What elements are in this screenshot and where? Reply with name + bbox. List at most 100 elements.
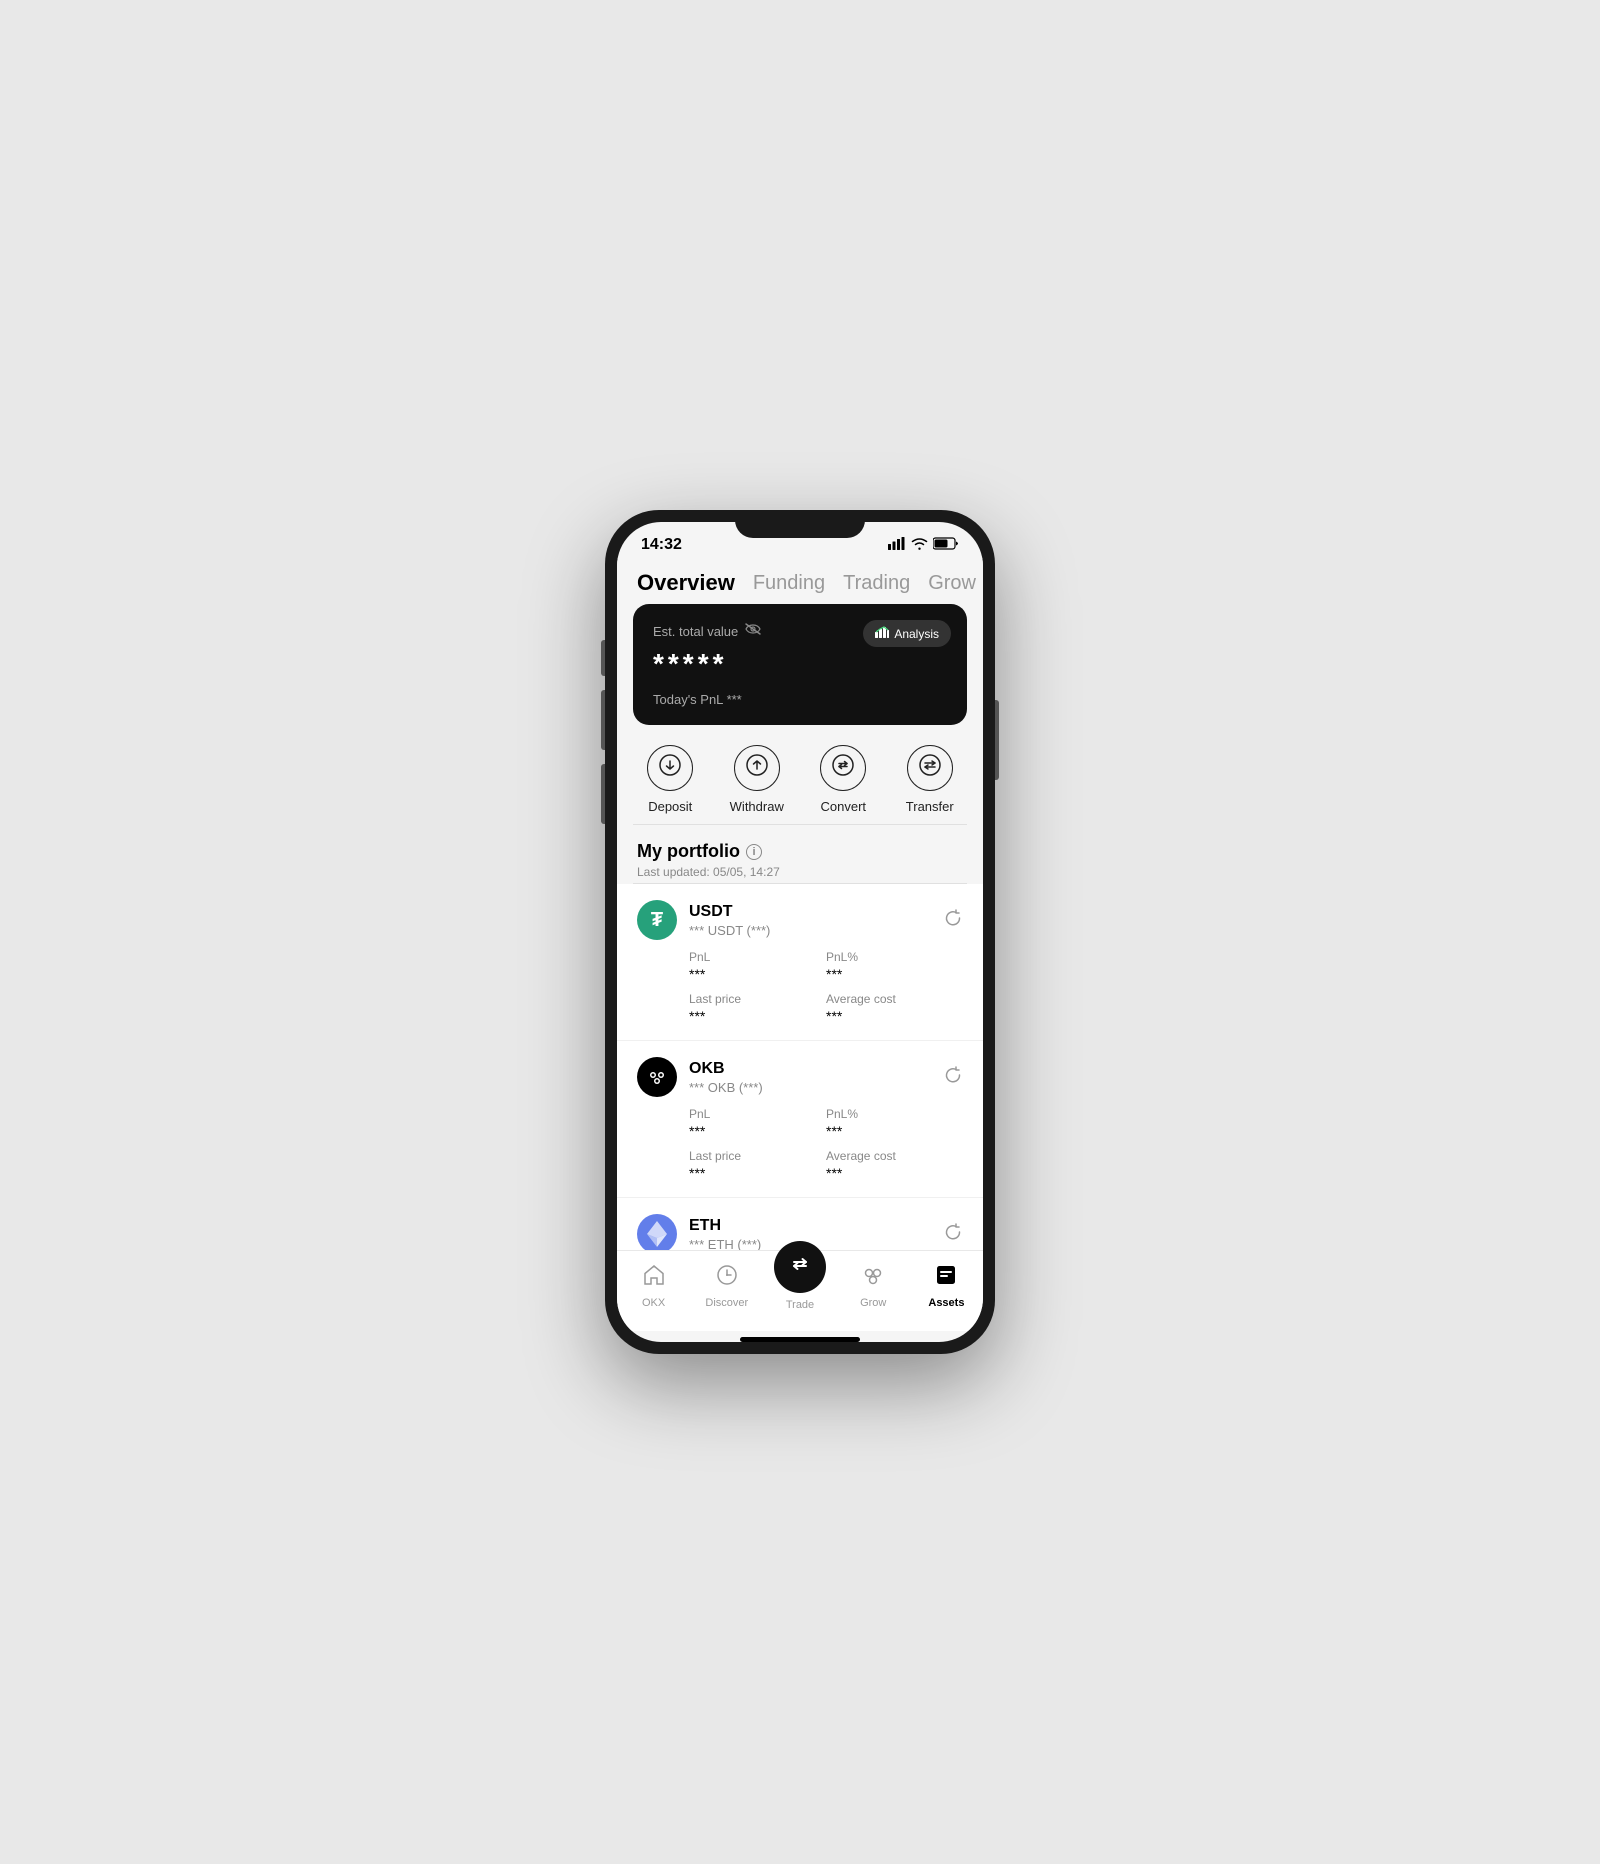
usdt-pnl: PnL *** (689, 950, 826, 982)
eth-symbol: ETH (689, 1217, 761, 1235)
asset-row-usdt: ₮ USDT *** USDT (***) PnL *** (617, 884, 983, 1041)
eth-icon (637, 1214, 677, 1250)
battery-icon (933, 537, 959, 553)
usdt-avg-cost: Average cost *** (826, 992, 963, 1024)
okb-refresh-icon[interactable] (943, 1065, 963, 1090)
action-row: Deposit Withdraw C (617, 725, 983, 824)
convert-icon (832, 754, 854, 782)
okb-pnl-pct: PnL% *** (826, 1107, 963, 1139)
pnl-row: Today's PnL *** (653, 692, 947, 707)
pnl-pct-label: PnL% (826, 950, 963, 964)
usdt-info: USDT *** USDT (***) (689, 903, 770, 938)
phone-shell: 14:32 Overview Funding Trading Grow (605, 510, 995, 1354)
trade-icon (787, 1251, 813, 1283)
nav-okx[interactable]: OKX (617, 1263, 690, 1309)
withdraw-label: Withdraw (730, 799, 784, 814)
okb-symbol: OKB (689, 1060, 763, 1078)
usdt-symbol: USDT (689, 903, 770, 921)
okb-avg-cost: Average cost *** (826, 1149, 963, 1181)
usdt-details: PnL *** PnL% *** Last price *** Average … (637, 950, 963, 1024)
deposit-icon-wrap (647, 745, 693, 791)
eth-info: ETH *** ETH (***) (689, 1217, 761, 1251)
assets-icon (934, 1263, 958, 1293)
okb-info: OKB *** OKB (***) (689, 1060, 763, 1095)
okb-details: PnL *** PnL% *** Last price *** Average … (637, 1107, 963, 1181)
nav-assets[interactable]: Assets (910, 1263, 983, 1309)
nav-trade-label: Trade (786, 1299, 814, 1311)
asset-row-okb: OKB *** OKB (***) PnL *** PnL% (617, 1041, 983, 1198)
transfer-icon-wrap (907, 745, 953, 791)
nav-trade[interactable]: Trade (763, 1261, 836, 1311)
signal-icon (888, 537, 906, 553)
nav-discover-label: Discover (705, 1297, 748, 1309)
okb-amount: *** OKB (***) (689, 1080, 763, 1095)
screen-content: Overview Funding Trading Grow Est. total… (617, 558, 983, 1250)
last-price-label: Last price (689, 992, 826, 1006)
status-time: 14:32 (641, 536, 682, 554)
portfolio-title: My portfolio i (637, 841, 963, 862)
avg-cost-value: *** (826, 1008, 963, 1024)
eth-amount: *** ETH (***) (689, 1237, 761, 1251)
top-nav: Overview Funding Trading Grow (617, 558, 983, 604)
deposit-button[interactable]: Deposit (627, 745, 714, 814)
withdraw-icon (746, 754, 768, 782)
wifi-icon (911, 537, 928, 553)
transfer-icon (919, 754, 941, 782)
grow-icon (861, 1263, 885, 1293)
portfolio-header: My portfolio i Last updated: 05/05, 14:2… (617, 825, 983, 883)
home-icon (642, 1263, 666, 1293)
bottom-nav: OKX Discover Trade Grow (617, 1250, 983, 1331)
asset-left-okb: OKB *** OKB (***) (637, 1057, 763, 1097)
home-indicator (740, 1337, 860, 1342)
nav-grow[interactable]: Grow (837, 1263, 910, 1309)
phone-screen: 14:32 Overview Funding Trading Grow (617, 522, 983, 1342)
usdt-pnl-pct: PnL% *** (826, 950, 963, 982)
notch (735, 510, 865, 538)
analysis-icon (875, 626, 889, 641)
analysis-button[interactable]: Analysis (863, 620, 951, 647)
eth-refresh-icon[interactable] (943, 1222, 963, 1247)
portfolio-subtitle: Last updated: 05/05, 14:27 (637, 865, 963, 879)
asset-header-okb: OKB *** OKB (***) (637, 1057, 963, 1097)
convert-button[interactable]: Convert (800, 745, 887, 814)
info-icon[interactable]: i (746, 844, 762, 860)
okb-icon (637, 1057, 677, 1097)
asset-left-eth: ETH *** ETH (***) (637, 1214, 761, 1250)
tab-grow[interactable]: Grow (928, 572, 976, 595)
analysis-label: Analysis (894, 627, 939, 641)
nav-assets-label: Assets (928, 1297, 964, 1309)
eye-off-icon[interactable] (744, 622, 762, 640)
tab-trading[interactable]: Trading (843, 572, 910, 595)
okb-last-price: Last price *** (689, 1149, 826, 1181)
last-price-value: *** (689, 1008, 826, 1024)
asset-header-usdt: ₮ USDT *** USDT (***) (637, 900, 963, 940)
trade-fab[interactable] (774, 1241, 826, 1293)
tab-funding[interactable]: Funding (753, 572, 825, 595)
value-card: Est. total value Analysis ***** Today's … (633, 604, 967, 725)
deposit-label: Deposit (648, 799, 692, 814)
usdt-last-price: Last price *** (689, 992, 826, 1024)
usdt-refresh-icon[interactable] (943, 908, 963, 933)
tab-overview[interactable]: Overview (637, 570, 735, 596)
usdt-amount: *** USDT (***) (689, 923, 770, 938)
withdraw-icon-wrap (734, 745, 780, 791)
status-icons (888, 537, 959, 553)
withdraw-button[interactable]: Withdraw (714, 745, 801, 814)
transfer-label: Transfer (906, 799, 954, 814)
pnl-value: *** (689, 966, 826, 982)
avg-cost-label: Average cost (826, 992, 963, 1006)
nav-grow-label: Grow (860, 1297, 886, 1309)
asset-left-usdt: ₮ USDT *** USDT (***) (637, 900, 770, 940)
transfer-button[interactable]: Transfer (887, 745, 974, 814)
pnl-pct-value: *** (826, 966, 963, 982)
nav-discover[interactable]: Discover (690, 1263, 763, 1309)
convert-label: Convert (820, 799, 866, 814)
convert-icon-wrap (820, 745, 866, 791)
okb-pnl: PnL *** (689, 1107, 826, 1139)
usdt-icon: ₮ (637, 900, 677, 940)
discover-icon (715, 1263, 739, 1293)
pnl-label: PnL (689, 950, 826, 964)
deposit-icon (659, 754, 681, 782)
nav-okx-label: OKX (642, 1297, 665, 1309)
value-amount: ***** (653, 648, 947, 680)
